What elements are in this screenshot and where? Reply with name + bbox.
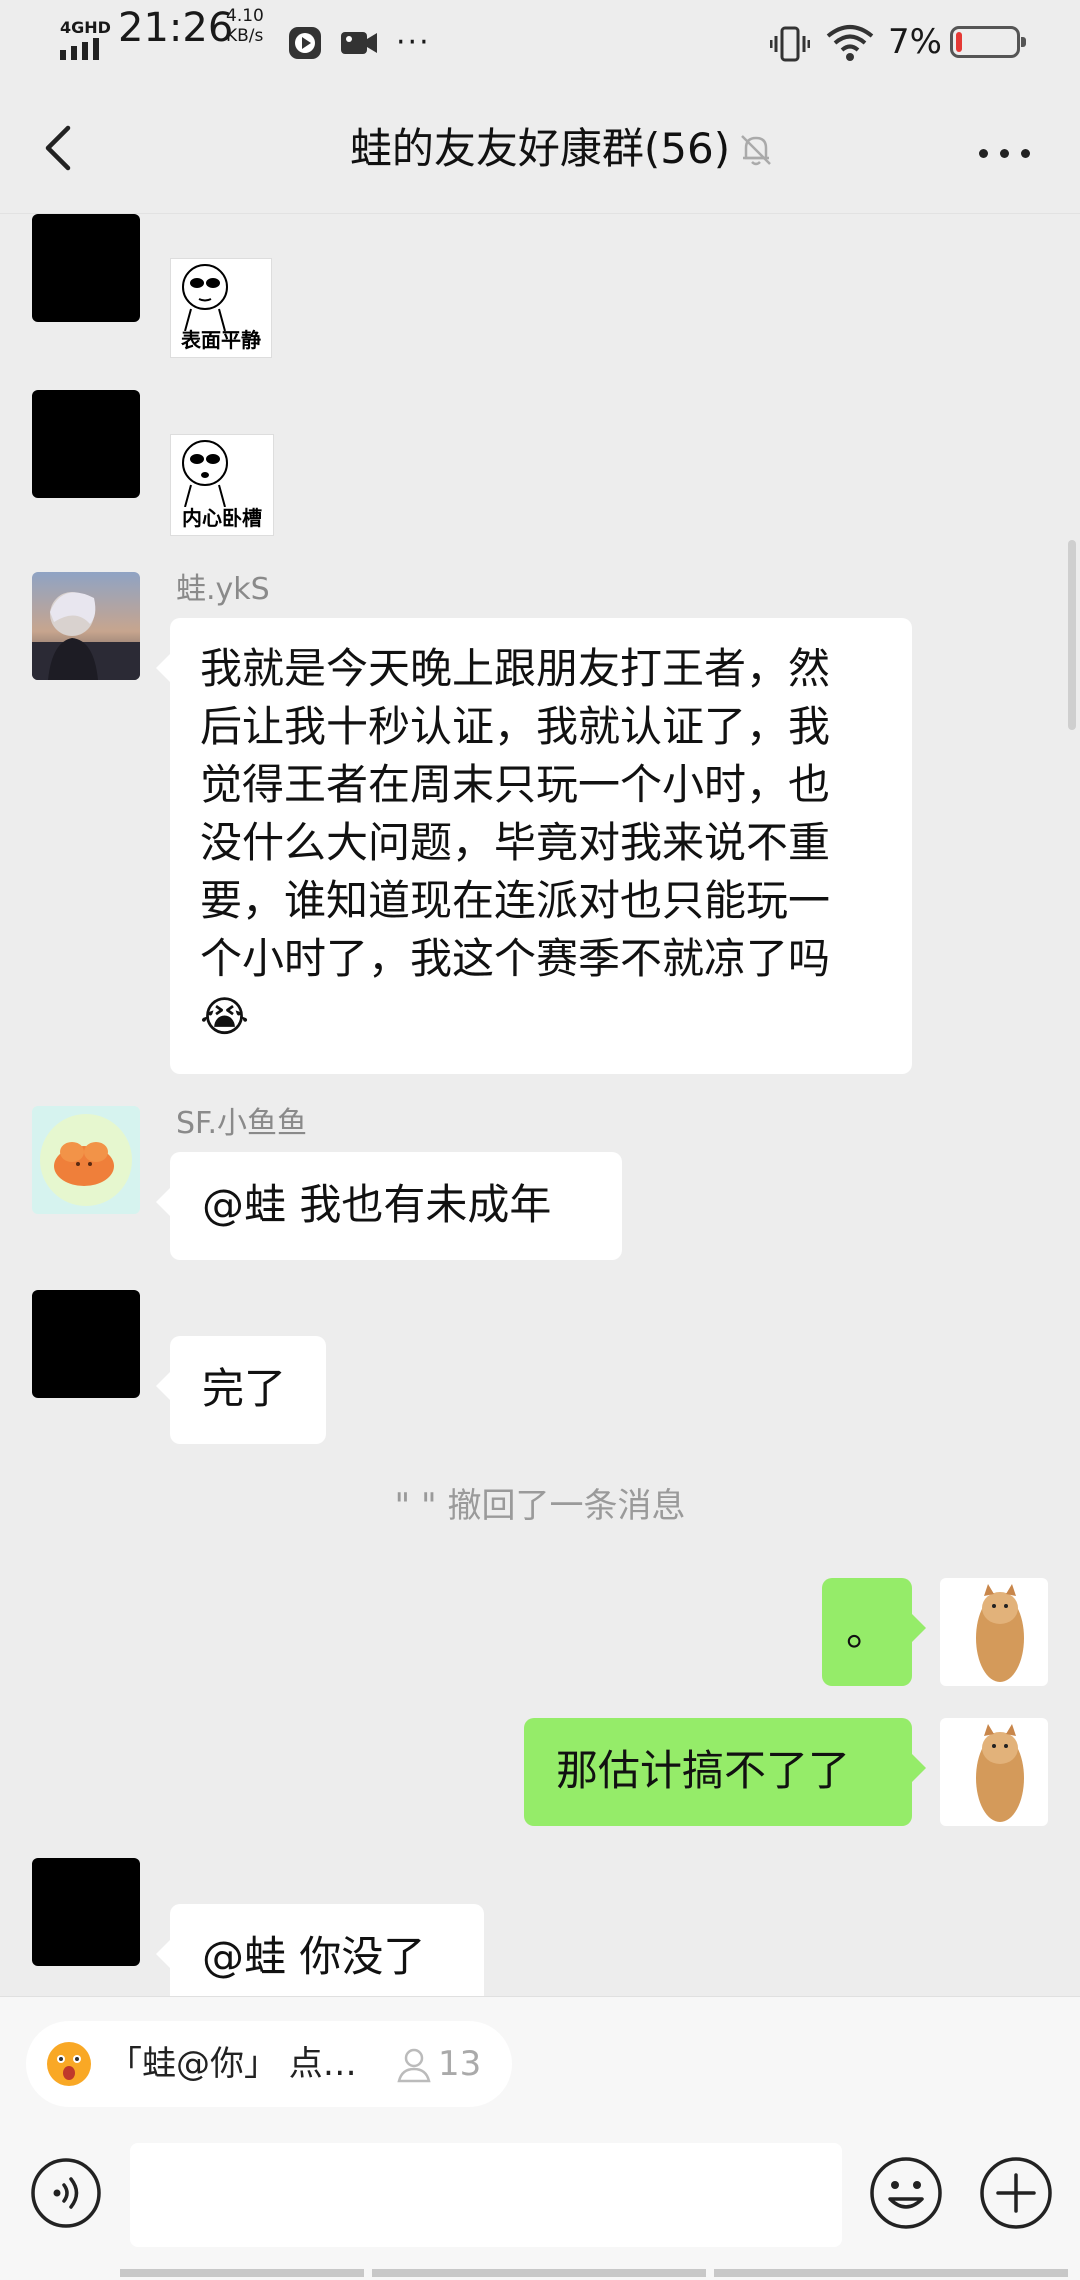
mention-notice-button[interactable]: 「蛙@你」 点… 13 [26,2021,512,2107]
crying-emoji: 😭 [200,992,250,1041]
meme-face-image [182,264,228,331]
avatar[interactable] [32,1290,140,1398]
text-message[interactable]: 完了 [156,1336,326,1444]
home-indicator [120,2269,1068,2277]
status-bar: 4GHD 21:26 4.10 KB/s ··· 7% [0,0,1080,84]
sender-name: SF.小鱼鱼 [176,1106,308,1141]
battery-icon [950,26,1026,58]
avatar-self[interactable] [940,1718,1048,1826]
mention-count: 13 [438,2044,482,2084]
scrollbar[interactable] [1068,540,1076,730]
sticker-caption: 内心卧槽 [182,506,262,530]
message-line: 觉得王者在周末只玩一个小时，也 [200,760,831,809]
avatar[interactable] [32,1858,140,1966]
speed-value: 4.10 [226,6,264,26]
text-message-self[interactable]: 那估计搞不了了 [524,1718,926,1826]
input-bar [0,2143,1080,2263]
title-wrap: 蛙的友友好康群(56) [0,122,1080,176]
chat-header: 蛙的友友好康群(56) [0,84,1080,214]
voice-input-button[interactable] [30,2157,102,2229]
meme-face-image [182,440,228,507]
mute-bell-icon [741,135,771,166]
vibrate-icon [770,26,810,62]
battery-percent: 7% [888,22,942,62]
message-line: 没什么大问题，毕竟对我来说不重 [200,818,831,867]
shiba-dog-avatar-image [976,1724,1024,1822]
video-camera-icon [341,32,377,54]
shiba-dog-avatar-image [976,1584,1024,1682]
screen: 4GHD 21:26 4.10 KB/s ··· 7% 蛙的友友好康群(56) [0,0,1080,2280]
more-options-button[interactable] [974,138,1034,168]
fish-cake-avatar-image [40,1114,132,1206]
mention-text: 「蛙@你」 点… [108,2044,357,2084]
anime-avatar-image [32,592,140,680]
avatar[interactable] [32,390,140,498]
avatar[interactable] [32,214,140,322]
emoji-button[interactable] [868,2155,944,2231]
sticker-caption: 表面平静 [181,328,261,352]
bottom-panel: 「蛙@你」 点… 13 [0,1996,1080,2280]
more-notifications: ··· [396,25,431,60]
text-message[interactable]: @蛙 我也有未成年 [156,1152,622,1260]
notification-icons: ··· [288,26,431,60]
network-type: 4GHD [60,18,111,37]
network-speed: 4.10 KB/s [226,6,264,46]
text-message[interactable]: 我就是今天晚上跟朋友打王者，然 后让我十秒认证，我就认证了，我 觉得王者在周末只… [156,618,912,1074]
signal-icon [60,38,99,60]
message-line: 个小时了，我这个赛季不就凉了吗 [200,934,831,983]
text-message[interactable]: @蛙 你没了 [156,1904,484,1996]
message-input[interactable] [130,2143,842,2247]
wifi-icon [826,25,874,61]
surprised-emoji-icon [47,2042,91,2086]
message-list[interactable]: 表面平静 内心卧槽 蛙.ykS 我就是今天晚上跟朋友打王者，然 后让我十秒认证，… [0,214,1080,1996]
speed-unit: KB/s [226,26,264,46]
avatar[interactable] [32,572,140,680]
system-recall-notice: " " 撤回了一条消息 [394,1486,686,1526]
plus-more-button[interactable] [978,2155,1054,2231]
sender-name: 蛙.ykS [176,572,270,607]
text-message-self[interactable]: 。 [822,1578,926,1686]
message-line: 后让我十秒认证，我就认证了，我 [200,702,831,751]
media-play-icon [289,27,321,59]
status-time: 21:26 [118,5,234,51]
sticker-message[interactable]: 表面平静 [170,258,272,358]
group-title: 蛙的友友好康群(56) [349,124,731,173]
avatar[interactable] [32,1106,140,1214]
message-line: 要，谁知道现在连派对也只能玩一 [200,876,831,925]
sticker-message[interactable]: 内心卧槽 [170,434,274,536]
avatar-self[interactable] [940,1578,1048,1686]
message-line: 我就是今天晚上跟朋友打王者，然 [200,644,831,693]
person-icon [397,2048,431,2083]
